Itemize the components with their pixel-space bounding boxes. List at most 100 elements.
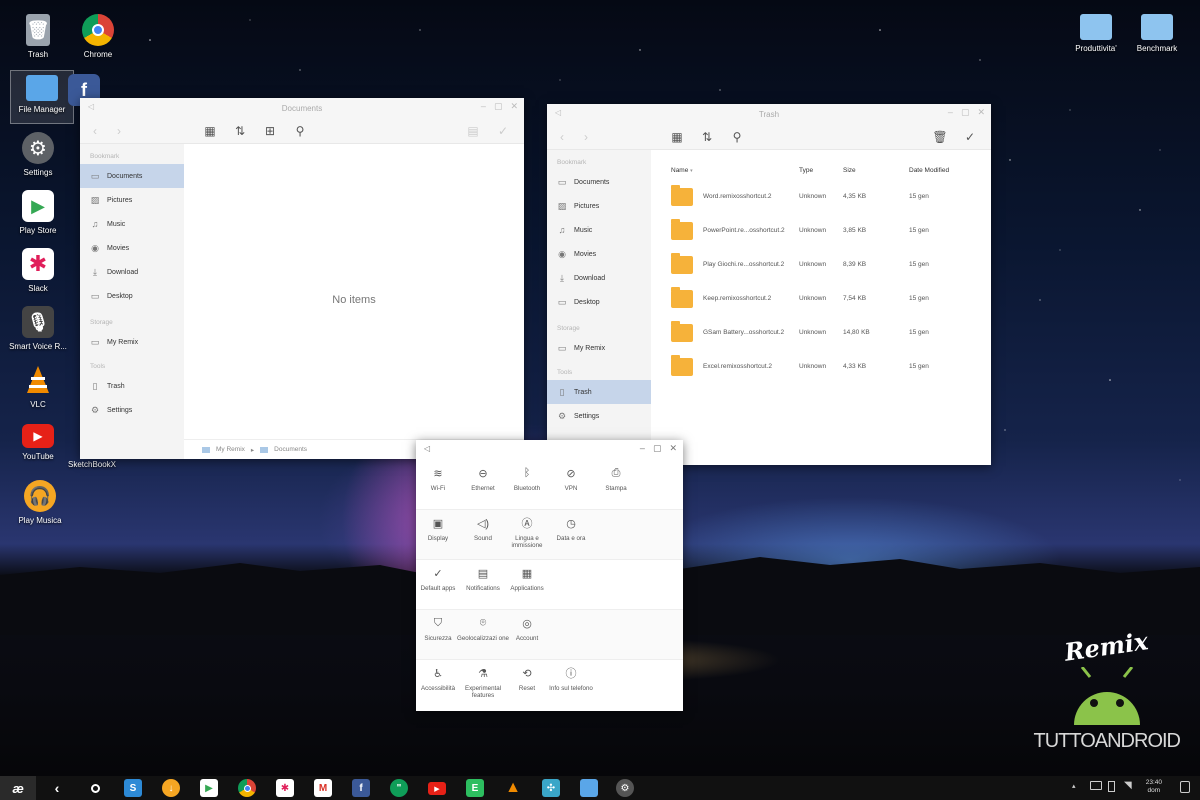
window-titlebar[interactable]: ◁ Trash – ▢ ✕ xyxy=(547,104,991,124)
back-icon[interactable]: ‹ xyxy=(48,779,66,797)
play-store-icon[interactable]: ▶ xyxy=(200,779,218,797)
select-icon[interactable]: ✓ xyxy=(961,128,979,146)
new-folder-icon[interactable]: ⊞ xyxy=(261,122,279,140)
desktop-icon-trash[interactable]: 🗑 Trash xyxy=(6,14,70,59)
sidebar-item-settings[interactable]: ⚙ Settings xyxy=(80,398,184,422)
sidebar-item-documents[interactable]: ▭ Documents xyxy=(80,164,184,188)
gmail-icon[interactable]: M xyxy=(314,779,332,797)
back-arrow-icon[interactable]: ◁ xyxy=(88,102,94,111)
path-segment[interactable]: My Remix xyxy=(216,446,245,453)
sidebar-item-documents[interactable]: ▭ Documents xyxy=(547,170,651,194)
path-segment[interactable]: Documents xyxy=(274,446,307,453)
notification-bell-icon[interactable] xyxy=(1180,781,1190,793)
download-icon[interactable]: ↓ xyxy=(162,779,180,797)
hangouts-icon[interactable]: " xyxy=(390,779,408,797)
desktop-icon-youtube[interactable]: ▶ YouTube xyxy=(6,424,70,461)
grid-view-icon[interactable]: ▦ xyxy=(201,122,219,140)
setting-data-ora[interactable]: ◷ Data e ora xyxy=(543,516,599,543)
facebook-icon[interactable]: f xyxy=(352,779,370,797)
desktop-icon-file-manager[interactable]: File Manager xyxy=(10,70,74,124)
empty-trash-icon[interactable]: 🗑 xyxy=(931,128,949,146)
select-icon[interactable]: ✓ xyxy=(494,122,512,140)
nav-forward-icon[interactable]: › xyxy=(110,122,128,140)
sidebar-item-music[interactable]: ♫ Music xyxy=(547,218,651,242)
nav-forward-icon[interactable]: › xyxy=(577,128,595,146)
setting-stampa[interactable]: ⎙ Stampa xyxy=(588,466,644,493)
minimize-icon[interactable]: – xyxy=(481,101,486,112)
column-header-date[interactable]: Date Modified xyxy=(909,167,949,174)
setting-account[interactable]: ◎ Account xyxy=(499,616,555,643)
slack-icon[interactable]: ✱ xyxy=(276,779,294,797)
minimize-icon[interactable]: – xyxy=(640,443,645,454)
nav-back-icon[interactable]: ‹ xyxy=(86,122,104,140)
gear-icon[interactable]: ⚙ xyxy=(616,779,634,797)
file-list-area[interactable]: No items xyxy=(184,144,524,439)
sidebar-item-desktop[interactable]: ▭ Desktop xyxy=(80,284,184,308)
sidebar-item-pictures[interactable]: ▨ Pictures xyxy=(80,188,184,212)
start-button[interactable]: æ xyxy=(0,776,36,800)
sidebar-item-my-remix[interactable]: ▭ My Remix xyxy=(80,330,184,354)
evernote-icon[interactable]: E xyxy=(466,779,484,797)
sidebar-item-settings[interactable]: ⚙ Settings xyxy=(547,404,651,428)
desktop-icon-smart-voice[interactable]: 🎙 Smart Voice R... xyxy=(6,306,70,351)
column-header-type[interactable]: Type xyxy=(799,167,813,174)
desktop-icon-play-store[interactable]: ▶ Play Store xyxy=(6,190,70,235)
sidebar-item-label: Movies xyxy=(107,244,130,252)
search-icon[interactable]: ⚲ xyxy=(291,122,309,140)
maximize-icon[interactable]: ▢ xyxy=(653,443,662,454)
clipboard-icon[interactable]: ▤ xyxy=(464,122,482,140)
sidebar-item-trash[interactable]: ▯ Trash xyxy=(547,380,651,404)
desktop-icon-settings[interactable]: ⚙ Settings xyxy=(6,132,70,177)
window-titlebar[interactable]: ◁ Documents – ▢ ✕ xyxy=(80,98,524,118)
table-row[interactable]: Play Giochi.re...osshortcut.2 Unknown 8,… xyxy=(651,248,991,282)
sidebar-item-desktop[interactable]: ▭ Desktop xyxy=(547,290,651,314)
table-row[interactable]: Word.remixosshortcut.2 Unknown 4,35 KB 1… xyxy=(651,180,991,214)
grid-view-icon[interactable]: ▦ xyxy=(668,128,686,146)
close-icon[interactable]: ✕ xyxy=(510,101,518,112)
desktop-folder-produttivita[interactable]: Produttivita' xyxy=(1064,14,1128,53)
back-arrow-icon[interactable]: ◁ xyxy=(555,108,561,117)
column-header-size[interactable]: Size xyxy=(843,167,856,174)
sketchbook-icon[interactable]: S xyxy=(124,779,142,797)
sidebar-item-my-remix[interactable]: ▭ My Remix xyxy=(547,336,651,360)
chrome-icon[interactable] xyxy=(238,779,256,797)
setting-info[interactable]: ⓘ Info sul telefono xyxy=(543,666,599,692)
sidebar-item-download[interactable]: ⤓ Download xyxy=(547,266,651,290)
table-row[interactable]: GSam Battery...osshortcut.2 Unknown 14,8… xyxy=(651,316,991,350)
sidebar-item-download[interactable]: ⤓ Download xyxy=(80,260,184,284)
desktop-icon-play-musica[interactable]: 🎧 Play Musica xyxy=(8,480,72,525)
youtube-icon[interactable]: ▶ xyxy=(428,782,446,795)
table-row[interactable]: Excel.remixosshortcut.2 Unknown 4,33 KB … xyxy=(651,350,991,384)
home-icon[interactable] xyxy=(86,779,104,797)
sort-icon[interactable]: ⇅ xyxy=(231,122,249,140)
desktop-icon-vlc[interactable]: VLC xyxy=(6,364,70,409)
expand-tray-icon[interactable]: ▴ xyxy=(1072,782,1076,790)
sidebar-item-pictures[interactable]: ▨ Pictures xyxy=(547,194,651,218)
sidebar-item-movies[interactable]: ◉ Movies xyxy=(547,242,651,266)
keyboard-icon[interactable] xyxy=(1090,781,1102,790)
maximize-icon[interactable]: ▢ xyxy=(961,107,970,118)
sidebar-item-trash[interactable]: ▯ Trash xyxy=(80,374,184,398)
search-icon[interactable]: ⚲ xyxy=(728,128,746,146)
column-header-name[interactable]: Name ▾ xyxy=(671,167,693,174)
table-row[interactable]: PowerPoint.re...osshortcut.2 Unknown 3,8… xyxy=(651,214,991,248)
minimize-icon[interactable]: – xyxy=(948,107,953,118)
clock[interactable]: 23:40 dom xyxy=(1146,779,1162,795)
sidebar-item-music[interactable]: ♫ Music xyxy=(80,212,184,236)
sidebar-item-movies[interactable]: ◉ Movies xyxy=(80,236,184,260)
desktop-icon-chrome[interactable]: Chrome xyxy=(66,14,130,59)
window-titlebar[interactable]: ◁ – ▢ ✕ xyxy=(416,440,683,460)
setting-applications[interactable]: ▦ Applications xyxy=(499,566,555,593)
vlc-icon[interactable]: ▲ xyxy=(504,779,522,797)
sort-icon[interactable]: ⇅ xyxy=(698,128,716,146)
folder-icon[interactable] xyxy=(580,779,598,797)
desktop-icon-slack[interactable]: ✱ Slack xyxy=(6,248,70,293)
app-icon[interactable]: ✣ xyxy=(542,779,560,797)
desktop-folder-benchmark[interactable]: Benchmark xyxy=(1125,14,1189,53)
close-icon[interactable]: ✕ xyxy=(977,107,985,118)
close-icon[interactable]: ✕ xyxy=(669,443,677,454)
table-row[interactable]: Keep.remixosshortcut.2 Unknown 7,54 KB 1… xyxy=(651,282,991,316)
maximize-icon[interactable]: ▢ xyxy=(494,101,503,112)
back-arrow-icon[interactable]: ◁ xyxy=(424,444,430,453)
nav-back-icon[interactable]: ‹ xyxy=(553,128,571,146)
